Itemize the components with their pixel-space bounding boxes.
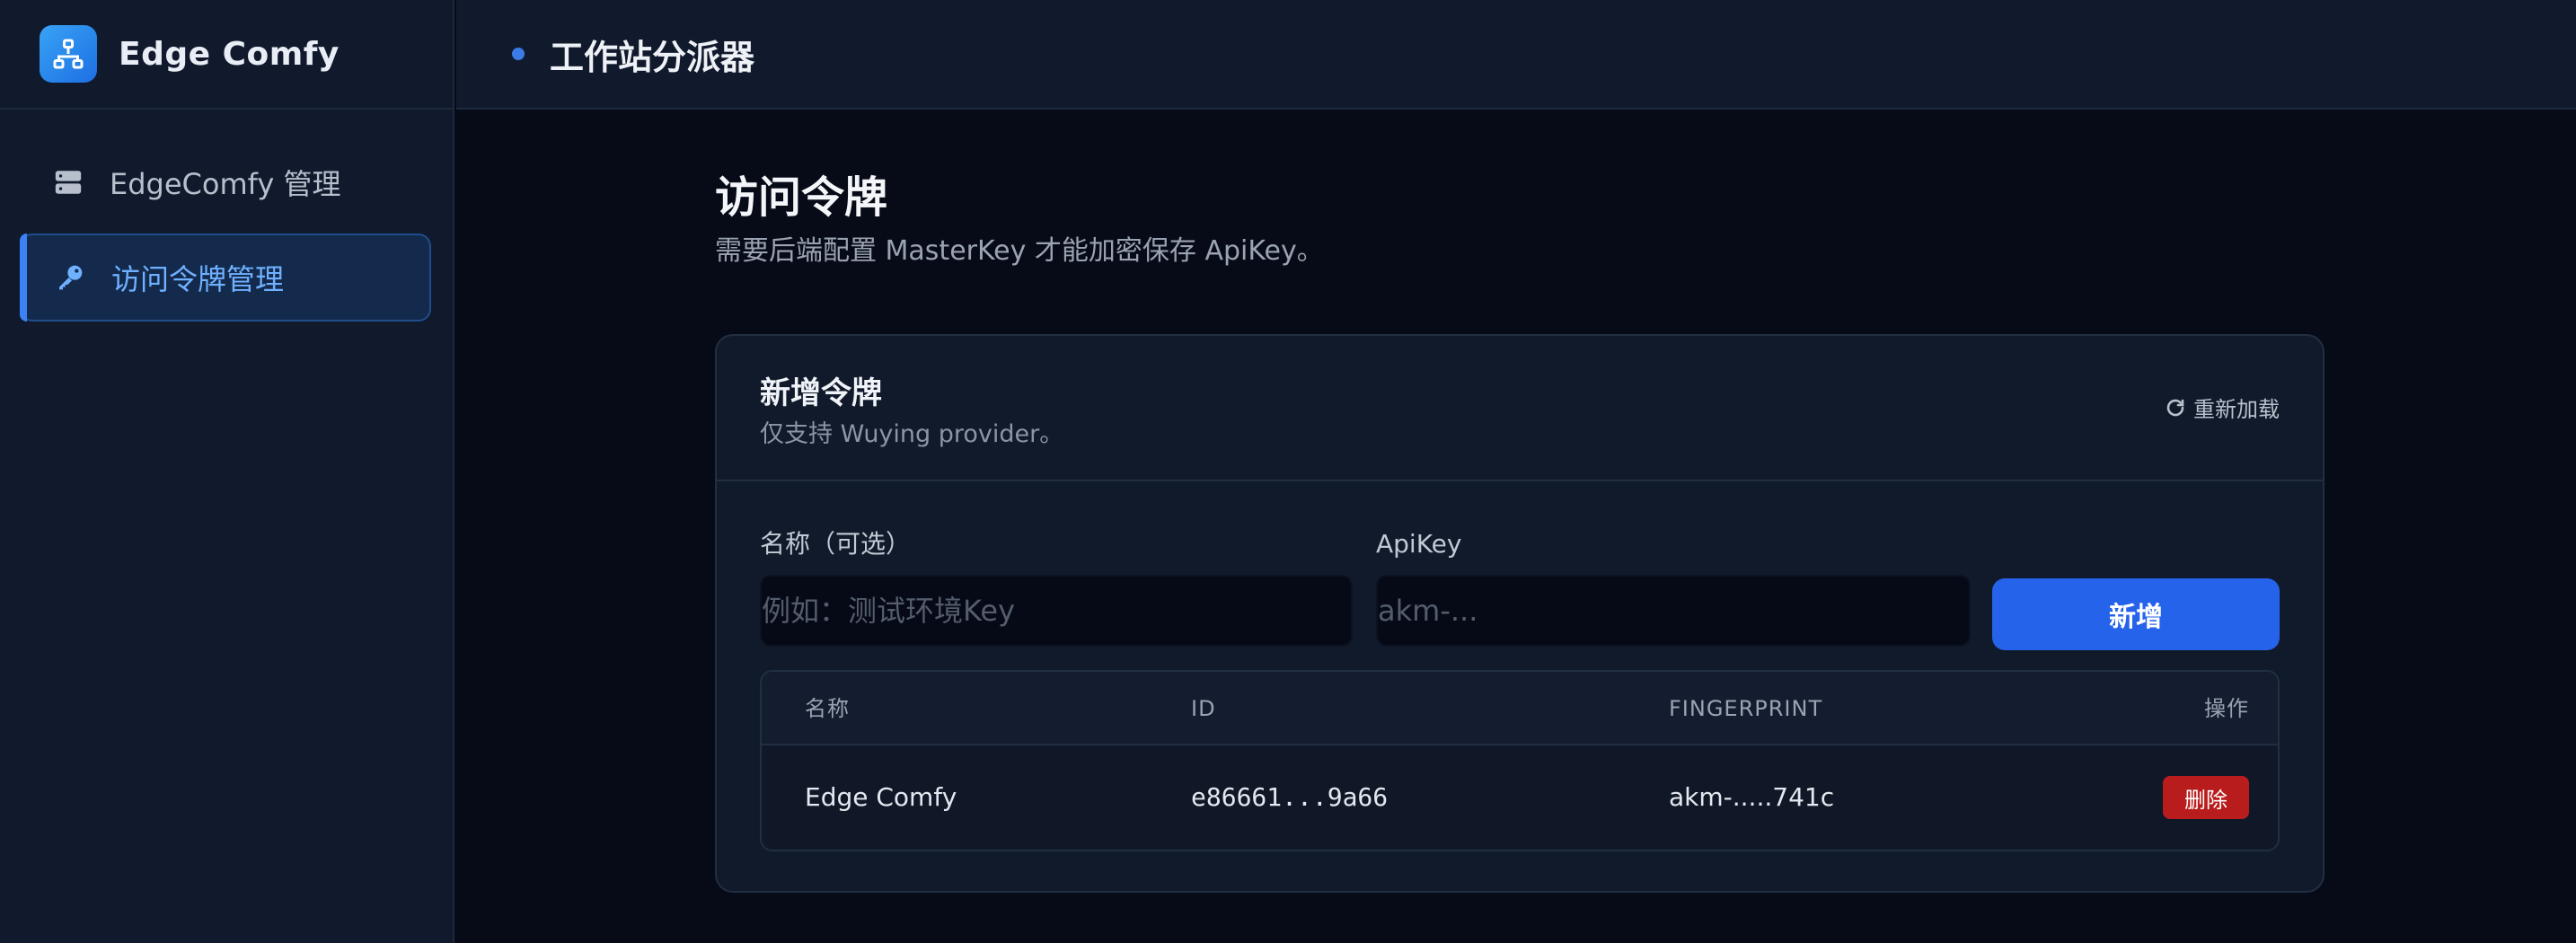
card-header: 新增令牌 仅支持 Wuying provider。 重新加载: [717, 336, 2323, 481]
name-field-label: 名称（可选）: [760, 529, 912, 559]
header-title: 工作站分派器: [550, 37, 755, 77]
table-row: Edge Comfy e86661...9a66 akm-.....741c 删…: [762, 745, 2278, 850]
table-header: 名称 ID FINGERPRINT 操作: [762, 672, 2278, 745]
name-field-group: 名称（可选）: [760, 526, 1353, 647]
sidebar-item-tokens[interactable]: 访问令牌管理: [20, 234, 431, 322]
top-header: 工作站分派器: [456, 0, 2576, 110]
token-card: 新增令牌 仅支持 Wuying provider。 重新加载 名称（可选） 例如…: [715, 334, 2325, 893]
column-header-id: ID: [1191, 696, 1216, 721]
sidebar: Edge Comfy EdgeComfy 管理 访问令牌管理: [0, 0, 454, 943]
sidebar-nav: EdgeComfy 管理 访问令牌管理: [0, 110, 453, 322]
column-header-fingerprint: FINGERPRINT: [1669, 696, 1823, 721]
delete-token-button[interactable]: 删除: [2163, 776, 2249, 819]
sidebar-item-label: EdgeComfy 管理: [110, 167, 341, 201]
server-icon: [50, 164, 86, 200]
page-title: 访问令牌: [715, 172, 888, 223]
apikey-field-label: ApiKey: [1376, 529, 1462, 559]
add-token-button[interactable]: 新增: [1992, 578, 2280, 650]
refresh-icon: [2165, 397, 2186, 419]
main-content: 访问令牌 需要后端配置 MasterKey 才能加密保存 ApiKey。 新增令…: [456, 111, 2576, 943]
column-header-name: 名称: [805, 696, 850, 721]
network-icon: [40, 25, 97, 83]
brand: Edge Comfy: [0, 0, 453, 110]
apikey-field-group: ApiKey: [1376, 526, 1971, 647]
app-name: Edge Comfy: [119, 35, 340, 73]
card-subtitle: 仅支持 Wuying provider。: [760, 420, 1064, 448]
app-root: Edge Comfy EdgeComfy 管理 访问令牌管理 工作站分派器 访问…: [0, 0, 2576, 943]
add-token-form: 名称（可选） ApiKey 新增: [760, 526, 2280, 661]
column-header-actions: 操作: [2204, 696, 2249, 721]
status-dot-icon: [512, 48, 525, 60]
apikey-input[interactable]: [1376, 575, 1971, 647]
name-input[interactable]: [760, 575, 1353, 647]
sidebar-item-edgecomfy[interactable]: EdgeComfy 管理: [20, 138, 431, 226]
token-id-cell: e86661...9a66: [1191, 782, 1389, 812]
token-name-cell: Edge Comfy: [805, 782, 957, 812]
page-head: 访问令牌 需要后端配置 MasterKey 才能加密保存 ApiKey。: [715, 169, 1324, 271]
tokens-table: 名称 ID FINGERPRINT 操作 Edge Comfy e86661..…: [760, 670, 2280, 851]
reload-button[interactable]: 重新加载: [2165, 392, 2280, 423]
sidebar-item-label: 访问令牌管理: [111, 262, 285, 296]
page-subtitle: 需要后端配置 MasterKey 才能加密保存 ApiKey。: [715, 235, 1324, 267]
reload-label: 重新加载: [2193, 397, 2280, 422]
token-fingerprint-cell: akm-.....741c: [1669, 782, 1835, 812]
key-icon: [52, 260, 88, 295]
card-title: 新增令牌: [760, 375, 882, 411]
